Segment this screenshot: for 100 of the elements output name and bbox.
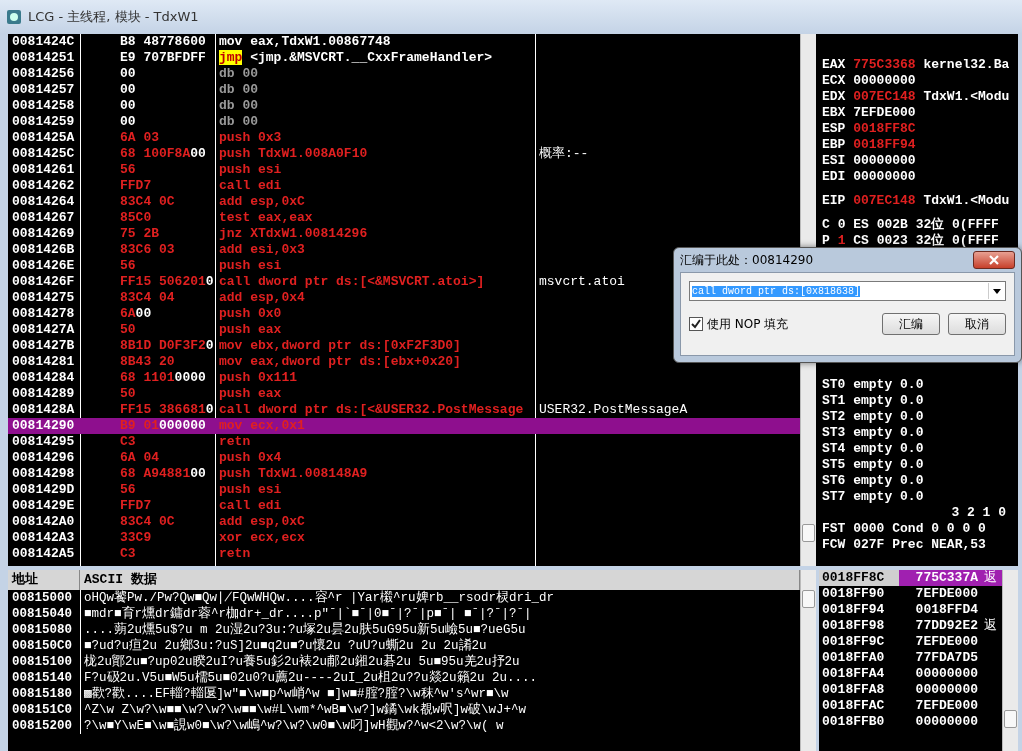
- instruction-cell-text: push TdxW1.008A0F10: [218, 146, 369, 162]
- instruction-cell-text: retn: [218, 434, 252, 450]
- register-line: EAX 775C3368 kernel32.Ba: [822, 57, 1011, 73]
- instruction-cell: mov ecx,0x1: [215, 418, 535, 434]
- register-line: ST6 empty 0.0: [822, 473, 925, 489]
- hex-cell-text: 56: [119, 482, 137, 498]
- address-cell-text: 0081426F: [11, 274, 76, 290]
- address-cell-text: 00814289: [11, 386, 76, 402]
- instruction-cell-text: push eax: [218, 322, 283, 338]
- address-cell: 00814290: [8, 418, 80, 434]
- address-cell-text: 00815040: [11, 606, 73, 622]
- stack-value: 775C337A: [899, 570, 981, 586]
- register-line: FCW 027F Prec NEAR,53: [822, 537, 987, 553]
- stack-address: 0018FF8C: [819, 570, 899, 586]
- hex-cell-text: 68 11010000: [119, 370, 207, 386]
- address-cell-text: 008151C0: [11, 702, 73, 718]
- ascii-cell-text: ?\w■Y\wE■\w■誢w0■\w?\w嶋^w?\w?\w0■\w叼]wH觀w?^w<2\w?\w( w: [83, 718, 505, 734]
- instruction-cell-text: call edi: [218, 498, 283, 514]
- address-cell-text: 00814262: [11, 178, 76, 194]
- hex-cell-text: FFD7: [119, 178, 153, 194]
- hex-cell-text: 83C6 03: [119, 242, 176, 258]
- address-cell-text: 0081426B: [11, 242, 76, 258]
- address-cell-text: 00815000: [11, 590, 73, 606]
- address-cell-text: 00814258: [11, 98, 76, 114]
- instruction-cell-text: push 0x111: [218, 370, 299, 386]
- instruction-cell-text: push 0x3: [218, 130, 283, 146]
- hex-cell-text: 83C4 0C: [119, 194, 176, 210]
- register-line: EBX 7EFDE000: [822, 105, 917, 121]
- hex-cell-text: 00: [119, 98, 137, 114]
- hex-cell-text: E9 707BFDFF: [119, 50, 207, 66]
- address-cell-text: 00814278: [11, 306, 76, 322]
- hex-cell-text: 83C4 04: [119, 290, 176, 306]
- address-cell-text: 008142A3: [11, 530, 76, 546]
- instruction-cell-text: retn: [218, 546, 252, 562]
- hex-cell-text: 75 2B: [119, 226, 160, 242]
- instruction-cell-text: add esi,0x3: [218, 242, 306, 258]
- address-cell-text: 00815140: [11, 670, 73, 686]
- instruction-cell-text: jnz XTdxW1.00814296: [218, 226, 369, 242]
- hex-cell-text: 8B43 20: [119, 354, 176, 370]
- address-cell-text: 00814267: [11, 210, 76, 226]
- hex-cell-text: FF15 3866810: [119, 402, 215, 418]
- hex-cell-text: 56: [119, 162, 137, 178]
- instruction-cell-text: test eax,eax: [218, 210, 314, 226]
- instruction-cell-text: mov ebx,dword ptr ds:[0xF2F3D0]: [218, 338, 462, 354]
- register-line: EDX 007EC148 TdxW1.<Modu: [822, 89, 1011, 105]
- register-line: C 0 ES 002B 32位 0(FFFF: [822, 217, 1000, 233]
- instruction-cell-text: add esp,0xC: [218, 194, 306, 210]
- ascii-cell-text: oHQw饕Pw./Pw?Qw■Qw∤FQwWHQw....容^r |Yar樧^ru婢rb__rsodr棂dri_dr: [83, 590, 556, 606]
- hex-cell-text: C3: [119, 434, 137, 450]
- window-title: LCG - 主线程, 模块 - TdxW1: [28, 8, 199, 26]
- hex-cell-text: FFD7: [119, 498, 153, 514]
- instruction-cell-text: call edi: [218, 178, 283, 194]
- address-cell-text: 0081429D: [11, 482, 76, 498]
- hex-cell-text: 50: [119, 322, 137, 338]
- address-cell-text: 008142A5: [11, 546, 76, 562]
- address-cell-text: 008142A0: [11, 514, 76, 530]
- instruction-cell-text: db 00: [218, 82, 259, 98]
- comment-cell-text: 概率:--: [538, 146, 590, 162]
- address-cell-text: 00814284: [11, 370, 76, 386]
- address-cell-text: 00815180: [11, 686, 73, 702]
- address-cell-text: 00814257: [11, 82, 76, 98]
- ascii-cell-text: 栊2u鄮2u■?up02u睽2uI?u養5u釤2u裱2u郙2u鎺2u碁2u 5u■95u羌2u抒2u: [83, 654, 521, 670]
- address-cell-text: 00814275: [11, 290, 76, 306]
- hex-cell-text: 8B1D D0F3F20: [119, 338, 215, 354]
- register-line: ESI 00000000: [822, 153, 917, 169]
- register-line: EDI 00000000: [822, 169, 917, 185]
- hex-cell-text: 33C9: [119, 530, 153, 546]
- hex-cell-text: 6A 04: [119, 450, 160, 466]
- hex-cell-text: 00: [119, 114, 137, 130]
- ascii-cell-text: ....蒴2u燻5u$?u m 2u湿2u?3u:?u塚2u昙2u肤5uG95u新5u嶮5u■?ueG5u: [83, 622, 527, 638]
- address-cell-text: 00814269: [11, 226, 76, 242]
- address-cell-text: 00814259: [11, 114, 76, 130]
- ascii-cell-text: ■?ud?u疸2u 2u鄉3u:?uS]2u■q2u■?u懷2u ?uU?u蟖2u 2u 2u誵2u: [83, 638, 488, 654]
- register-line: EIP 007EC148 TdxW1.<Modu: [822, 193, 1011, 209]
- address-cell-text: 0081425A: [11, 130, 76, 146]
- comment-cell-text: USER32.PostMessageA: [538, 402, 689, 418]
- ascii-cell-text: ■mdr■育r燻dr鏞dr蓉^r枷dr+_dr....p"ˉ|`■ˉ|0■ˉ|?ˉ|p■ˉ| ■ˉ|?ˉ|?ˉ|: [83, 606, 533, 622]
- hex-cell-text: 56: [119, 258, 137, 274]
- address-cell-text: 0081429E: [11, 498, 76, 514]
- register-line: ST5 empty 0.0: [822, 457, 925, 473]
- address-cell-text: 0081424C: [11, 34, 76, 50]
- address-cell-text: 00815100: [11, 654, 73, 670]
- address-cell-text: 0081425C: [11, 146, 76, 162]
- hex-cell: B9 01000000: [80, 418, 215, 434]
- instruction-cell-text: push TdxW1.008148A9: [218, 466, 369, 482]
- address-cell-text: 0081427A: [11, 322, 76, 338]
- address-cell-text: 00815200: [11, 718, 73, 734]
- hex-cell-text: 6A 03: [119, 130, 160, 146]
- instruction-cell-text: call dword ptr ds:[<&USER32.PostMessage: [218, 402, 525, 418]
- register-line: P 1 CS 0023 32位 0(FFFF: [822, 233, 1000, 249]
- instruction-cell-text: xor ecx,ecx: [218, 530, 306, 546]
- register-line: ST0 empty 0.0: [822, 377, 925, 393]
- address-cell-text: 00814261: [11, 162, 76, 178]
- register-line: ST3 empty 0.0: [822, 425, 925, 441]
- instruction-cell-text: add esp,0xC: [218, 514, 306, 530]
- instruction-cell-text: push 0x4: [218, 450, 283, 466]
- register-line: ESP 0018FF8C: [822, 121, 917, 137]
- ascii-cell-text: ^Z\w Z\w?\w■■\w?\w?\w■■\w#L\wm*^wB■\w?]w鐍\wk覩w呎]w破\wJ+^w: [83, 702, 528, 718]
- hex-cell-text: B8 48778600: [119, 34, 207, 50]
- hex-cell-text: 6A00: [119, 306, 153, 322]
